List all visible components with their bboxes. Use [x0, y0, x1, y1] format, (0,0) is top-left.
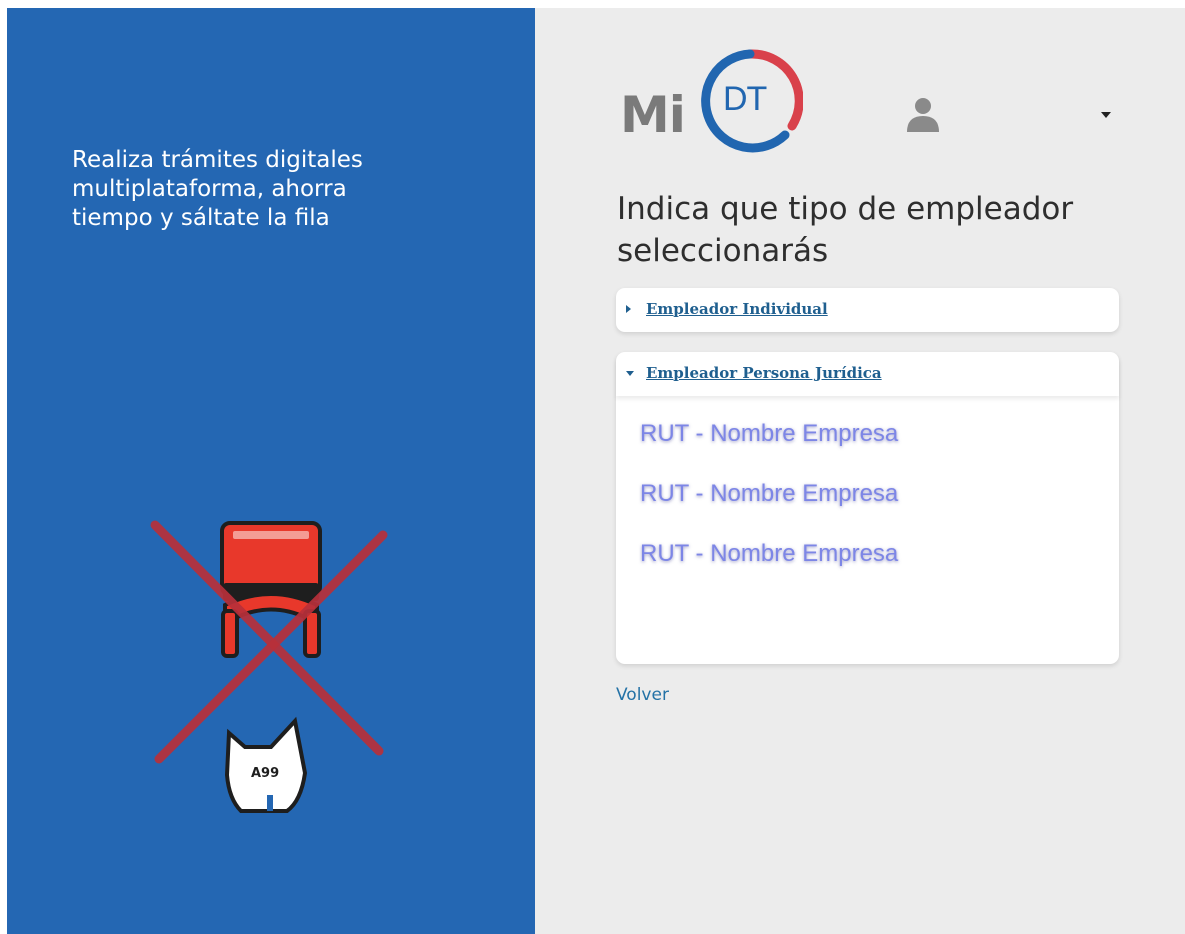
caret-right-icon — [626, 305, 631, 313]
logo-dt-text: DT — [723, 80, 767, 118]
company-item[interactable]: RUT - Nombre Empresa — [640, 420, 898, 480]
promo-panel: Realiza trámites digitales multiplatafor… — [7, 8, 535, 934]
employer-juridica-panel: Empleador Persona Jurídica RUT - Nombre … — [616, 352, 1119, 664]
employer-individual-panel[interactable]: Empleador Individual — [616, 288, 1119, 332]
page-title: Indica que tipo de empleador seleccionar… — [617, 191, 1074, 269]
employer-individual-link[interactable]: Empleador Individual — [646, 300, 828, 318]
promo-tagline: Realiza trámites digitales multiplatafor… — [72, 147, 363, 231]
back-link[interactable]: Volver — [616, 685, 669, 705]
employer-juridica-header[interactable]: Empleador Persona Jurídica — [616, 352, 1119, 396]
company-list: RUT - Nombre Empresa RUT - Nombre Empres… — [640, 420, 898, 600]
company-item[interactable]: RUT - Nombre Empresa — [640, 540, 898, 600]
user-icon[interactable] — [905, 96, 941, 132]
caret-down-icon[interactable] — [1101, 112, 1111, 120]
content-panel: Mi DT Indica que tipo de empleador selec… — [535, 8, 1185, 934]
ticket-number-label: A99 — [251, 766, 280, 781]
mi-dt-logo[interactable]: Mi DT — [620, 48, 810, 158]
logo-mi-text: Mi — [620, 86, 686, 144]
caret-down-icon — [626, 371, 634, 376]
company-item[interactable]: RUT - Nombre Empresa — [640, 480, 898, 540]
employer-juridica-link[interactable]: Empleador Persona Jurídica — [646, 364, 882, 382]
